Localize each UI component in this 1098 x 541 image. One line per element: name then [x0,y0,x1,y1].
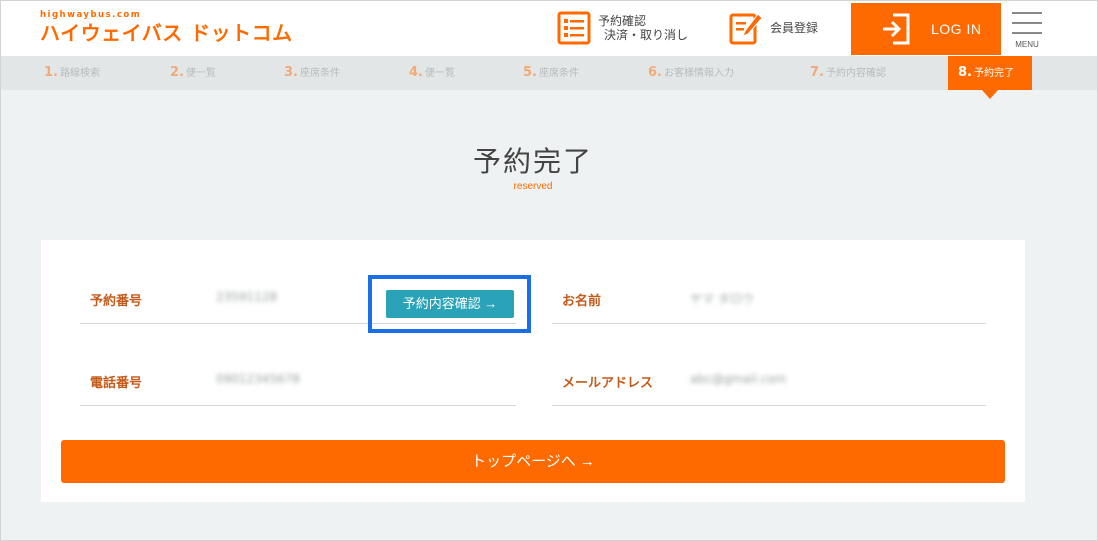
step-label: 便一覧 [424,68,455,79]
step-1: 1. 路線検索 [44,56,100,90]
email-row: メールアドレス abc@gmail.com [552,322,986,406]
reservation-check-link[interactable]: 予約確認 決済・取り消し [556,0,706,56]
step-label: 座席条件 [299,68,340,79]
logo-name: ハイウェイバス ドットコム [40,21,293,45]
current-step-pointer [982,90,998,99]
name-value: ヤマ タロウ [690,292,754,306]
step-number: 6. [648,65,662,80]
login-door-icon [883,13,910,45]
step-label: 予約内容確認 [825,68,886,79]
menu-button[interactable]: MENU [1010,10,1044,52]
logo-domain: highwaybus.com [40,10,142,20]
name-label: お名前 [562,294,602,309]
list-icon [557,11,591,45]
payment-cancel-label: 決済・取り消し [604,28,689,42]
page-title: 予約完了 [472,145,593,178]
site-header: highwaybus.com ハイウェイバス ドットコム 予約確認 決済・取り消… [0,0,1098,56]
hamburger-line [1012,32,1042,34]
view-reservation-details-button[interactable]: 予約内容確認 → [386,290,514,318]
site-logo[interactable]: highwaybus.com ハイウェイバス ドットコム [40,10,293,45]
reservation-number-label: 予約番号 [90,294,143,309]
name-row: お名前 ヤマ タロウ [552,240,986,324]
reservation-check-label: 予約確認 [598,14,647,28]
step-label: 路線検索 [59,68,100,79]
step-7: 7. 予約内容確認 [810,56,886,90]
member-register-label: 会員登録 [770,21,819,35]
step-number: 7. [810,65,824,80]
reservation-number-value: 23591128 [216,290,278,304]
step-number: 1. [44,65,58,80]
menu-label: MENU [1015,40,1039,49]
step-number: 5. [523,65,537,80]
step-2: 2. 便一覧 [170,56,216,90]
step-label: 座席条件 [538,68,579,79]
step-number: 8. [958,65,972,80]
pencil-note-icon [729,13,763,45]
phone-label: 電話番号 [90,376,143,391]
step-4: 4. 便一覧 [409,56,455,90]
email-value: abc@gmail.com [690,372,787,386]
email-label: メールアドレス [562,376,654,391]
hamburger-icon [1012,12,1042,14]
step-number: 2. [170,65,184,80]
login-button[interactable]: LOG IN [851,3,1001,55]
progress-steps: 1. 路線検索 2. 便一覧 3. 座席条件 4. 便一覧 5. 座席条件 6. お客様情報… [0,56,1098,90]
step-6: 6. お客様情報入力 [648,56,734,90]
reservation-summary-card: 予約番号 23591128 予約内容確認 → お名前 ヤマ タロウ 電話番号 0… [41,240,1025,502]
step-label: 便一覧 [185,68,216,79]
member-register-link[interactable]: 会員登録 [728,0,838,56]
step-label: お客様情報入力 [663,68,734,79]
step-number: 4. [409,65,423,80]
step-5: 5. 座席条件 [523,56,579,90]
step-number: 3. [284,65,298,80]
login-label: LOG IN [931,21,982,37]
phone-row: 電話番号 09012345678 [80,322,516,406]
step-label: 予約完了 [973,68,1014,79]
hamburger-line [1012,22,1042,24]
phone-value: 09012345678 [216,372,300,386]
step-3: 3. 座席条件 [284,56,340,90]
step-8-current: 8. 予約完了 [948,56,1032,90]
page-subtitle: reserved [513,181,553,192]
go-to-top-page-button[interactable]: トップページへ → [61,440,1005,483]
